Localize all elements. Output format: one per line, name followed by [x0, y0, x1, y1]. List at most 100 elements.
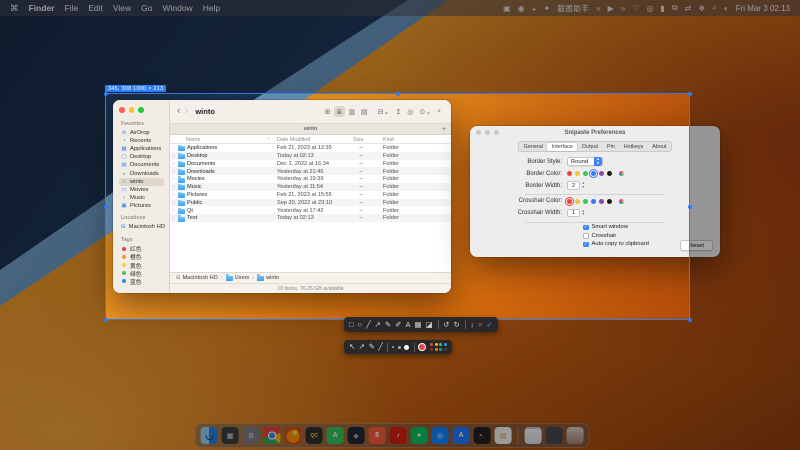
border-color-custom-color-swatch[interactable]	[619, 171, 624, 176]
menu-file[interactable]: File	[64, 3, 78, 13]
dock-red-app-icon[interactable]: 8	[369, 427, 386, 444]
tab-interface[interactable]: Interface	[547, 143, 577, 151]
pen-style-button[interactable]: ✎	[369, 343, 375, 351]
control-center-icon[interactable]: ❖	[698, 4, 705, 13]
path-segment-macintosh-hd[interactable]: ⊟Macintosh HD	[176, 275, 218, 281]
line-style-button[interactable]: ╱	[378, 343, 383, 351]
rectangle-tool[interactable]: □	[349, 321, 354, 329]
media-previous-icon[interactable]: «	[596, 4, 600, 13]
minimize-window-button[interactable]	[485, 130, 490, 135]
sidebar-item-macintosh-hd[interactable]: ⊟Macintosh HD	[119, 223, 164, 231]
stroke-size-2[interactable]	[392, 346, 394, 348]
column-view-button[interactable]: ▥	[345, 106, 358, 117]
screen-mirroring-icon[interactable]: ⧉	[672, 3, 678, 13]
file-row-desktop[interactable]: ›DesktopToday at 02:13--Folder	[170, 152, 451, 160]
border-color-swatch-0[interactable]	[567, 171, 572, 176]
action-button[interactable]: ⊙⌄	[416, 106, 434, 117]
text-tool[interactable]: A	[405, 321, 410, 329]
crosshair-width-stepper[interactable]: 1 ▲▼	[567, 209, 585, 218]
file-row-music[interactable]: ›MusicYesterday at 11:54--Folder	[170, 183, 451, 191]
apple-menu-icon[interactable]: ⌘	[10, 3, 19, 14]
stepper-arrows-icon[interactable]: ▲▼	[582, 182, 586, 188]
palette-color-5[interactable]	[435, 348, 438, 351]
list-view-button[interactable]: ≣	[334, 106, 346, 117]
border-color-swatch-2[interactable]	[583, 171, 588, 176]
switch-icon[interactable]: ⇄	[685, 4, 692, 13]
save-button[interactable]: ↓	[470, 321, 474, 329]
file-row-public[interactable]: ›PublicSep 20, 2022 at 23:10--Folder	[170, 199, 451, 207]
sidebar-item-recents[interactable]: ◔Recents	[119, 137, 164, 145]
dock-terminal-icon[interactable]: >_	[474, 427, 491, 444]
stepper-arrows-icon[interactable]: ▲▼	[582, 210, 586, 216]
dock-notes-app-icon[interactable]: ▤	[495, 427, 512, 444]
crosshair-color-swatch-1[interactable]	[575, 199, 580, 204]
stroke-size-3[interactable]	[398, 346, 401, 349]
palette-color-2[interactable]	[439, 343, 442, 346]
border-color-swatch-4[interactable]	[599, 171, 604, 176]
sidebar-item-airdrop[interactable]: ⊚AirDrop	[119, 129, 164, 137]
ellipse-tool[interactable]: ○	[358, 321, 363, 329]
file-row-qt[interactable]: ›QtYesterday at 17:42--Folder	[170, 206, 451, 214]
sidebar-item-documents[interactable]: ▤Documents	[119, 161, 164, 169]
share-button[interactable]: ↥	[392, 106, 404, 117]
file-row-documents[interactable]: ›DocumentsDec 1, 2022 at 16:34--Folder	[170, 160, 451, 168]
close-window-button[interactable]	[476, 130, 481, 135]
dock-settings-icon[interactable]: ⚙	[243, 427, 260, 444]
undo-button[interactable]: ↺	[443, 321, 449, 329]
checkbox-box[interactable]: ✓	[583, 242, 589, 248]
disclosure-triangle-icon[interactable]: ›	[173, 176, 175, 182]
tag-button[interactable]: ◎	[404, 106, 416, 117]
dock-minimized-window-2[interactable]	[546, 427, 563, 444]
cancel-button[interactable]: ×	[478, 321, 482, 329]
disclosure-triangle-icon[interactable]: ›	[173, 208, 175, 214]
spotlight-icon[interactable]: ⌕	[712, 3, 716, 13]
crosshair-color-swatch-3[interactable]	[591, 199, 596, 204]
crosshair-color-swatch-5[interactable]	[607, 199, 612, 204]
finder-tab[interactable]: winto	[304, 126, 318, 132]
dock-firefox-icon[interactable]	[285, 427, 302, 444]
crosshair-color-swatch-0[interactable]	[567, 199, 572, 204]
border-style-dropdown[interactable]: Round ▲▼	[567, 157, 603, 166]
group-button[interactable]: ⊟⌄	[375, 106, 393, 117]
disclosure-triangle-icon[interactable]: ›	[173, 200, 175, 206]
column-header-date[interactable]: Date Modified	[277, 137, 310, 143]
dock-qc-app-icon[interactable]: QC	[306, 427, 323, 444]
tab-hotkeys[interactable]: Hotkeys	[619, 143, 647, 151]
palette-color-3[interactable]	[444, 343, 447, 346]
dock-trash-icon[interactable]	[567, 427, 584, 444]
battery-icon[interactable]: ▮	[660, 4, 664, 13]
stroke-size-5[interactable]	[404, 345, 409, 350]
favorite-icon[interactable]: ♡	[632, 4, 639, 13]
disclosure-triangle-icon[interactable]: ›	[173, 215, 175, 221]
mosaic-tool[interactable]: ▦	[414, 321, 421, 329]
sidebar-item-desktop[interactable]: ▢Desktop	[119, 153, 164, 161]
file-row-downloads[interactable]: ›DownloadsYesterday at 21:46--Folder	[170, 167, 451, 175]
disclosure-triangle-icon[interactable]: ›	[173, 153, 175, 159]
sidebar-item-pictures[interactable]: ▣Pictures	[119, 202, 164, 210]
column-header-name[interactable]: Name	[186, 137, 200, 143]
crosshair-color-custom-color-swatch[interactable]	[619, 199, 624, 204]
arrow-style-2-button[interactable]: ↗	[359, 343, 365, 351]
palette-color-0[interactable]	[430, 343, 433, 346]
arrow-style-1-button[interactable]: ↖	[349, 343, 355, 351]
input-method-label[interactable]: 截图助手	[557, 3, 589, 14]
sidebar-item-music[interactable]: ♪Music	[119, 194, 164, 202]
checkbox-box[interactable]: ✓	[583, 225, 589, 231]
column-header-size[interactable]: Size	[353, 137, 364, 143]
new-tab-button[interactable]: +	[442, 126, 446, 133]
border-color-swatch-5[interactable]	[607, 171, 612, 176]
disclosure-triangle-icon[interactable]: ›	[173, 184, 175, 190]
media-next-icon[interactable]: »	[621, 4, 625, 13]
menu-finder[interactable]: Finder	[29, 3, 55, 13]
tab-general[interactable]: General	[519, 143, 547, 151]
forward-button[interactable]: ›	[185, 106, 189, 117]
dock-finder-icon[interactable]	[201, 427, 218, 444]
border-width-stepper[interactable]: 2 ▲▼	[567, 181, 585, 190]
status-app-icon-4[interactable]: ✦	[544, 4, 551, 13]
menu-edit[interactable]: Edit	[88, 3, 103, 13]
dock-green-app-icon[interactable]: A	[327, 427, 344, 444]
checkbox-smart-window[interactable]: ✓Smart window	[583, 223, 720, 232]
dock-minimized-window[interactable]	[525, 427, 542, 444]
palette-color-1[interactable]	[435, 343, 438, 346]
disclosure-triangle-icon[interactable]: ›	[173, 145, 175, 151]
